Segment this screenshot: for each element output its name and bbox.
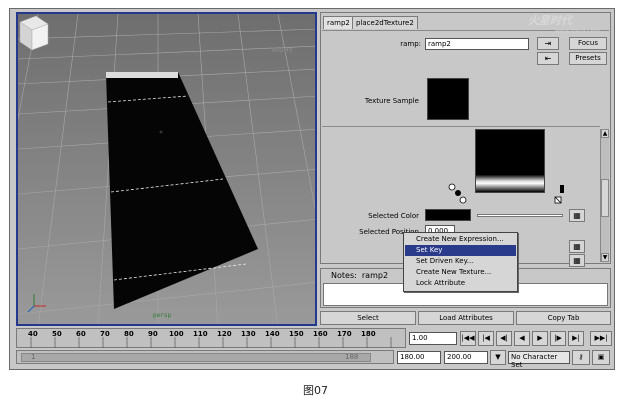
- menu-item-lock-attribute[interactable]: Lock Attribute: [405, 278, 516, 289]
- range-end-field[interactable]: 200.00: [444, 351, 488, 364]
- texture-sample-label: Texture Sample: [364, 97, 419, 105]
- texture-sample-swatch: [427, 78, 469, 120]
- menu-item-set-key[interactable]: Set Key: [405, 245, 516, 256]
- go-to-end-icon[interactable]: ▶▶|: [590, 331, 612, 346]
- play-forward-icon[interactable]: ▶: [532, 331, 548, 346]
- tick-label: 160: [313, 330, 328, 338]
- tab-ramp2[interactable]: ramp2: [323, 16, 354, 29]
- scrollbar-thumb[interactable]: [601, 179, 609, 217]
- tick-label: 70: [100, 330, 110, 338]
- attribute-scrollbar[interactable]: ▲ ▼: [600, 129, 609, 262]
- menu-item-set-driven-key[interactable]: Set Driven Key...: [405, 256, 516, 267]
- camera-label: persp: [153, 312, 172, 319]
- tab-place2dtexture2[interactable]: place2dTexture2: [352, 16, 418, 29]
- range-start-label: 1: [31, 353, 36, 361]
- tick-label: 90: [148, 330, 158, 338]
- scroll-down-icon[interactable]: ▼: [601, 253, 609, 262]
- preferences-icon[interactable]: ▣: [592, 350, 610, 365]
- menu-item-create-new-expression[interactable]: Create New Expression...: [405, 234, 516, 245]
- focus-arrow-icon[interactable]: ⇥: [537, 37, 559, 50]
- ramp-gradient[interactable]: [475, 129, 545, 193]
- u-wave-map-icon[interactable]: ▦: [569, 240, 585, 253]
- step-forward-key-icon[interactable]: ▶|: [568, 331, 584, 346]
- tick-label: 180: [361, 330, 376, 338]
- tick-label: 130: [241, 330, 256, 338]
- current-frame-field[interactable]: 1.00: [409, 332, 457, 345]
- time-slider[interactable]: 40 50 60 70 80 90 100 110 120 130 140 15…: [16, 328, 406, 348]
- v-wave-map-icon[interactable]: ▦: [569, 254, 585, 267]
- context-menu: Create New Expression... Set Key Set Dri…: [403, 232, 518, 292]
- tick-label: 50: [52, 330, 62, 338]
- presets-arrow-icon[interactable]: ⇤: [537, 52, 559, 65]
- tick-label: 150: [289, 330, 304, 338]
- tick-label: 110: [193, 330, 208, 338]
- watermark-url: www.hxsd.com: [555, 28, 601, 35]
- step-back-key-icon[interactable]: |◀: [478, 331, 494, 346]
- load-attributes-button[interactable]: Load Attributes: [418, 311, 514, 325]
- play-backward-icon[interactable]: ◀: [514, 331, 530, 346]
- range-dropdown-icon[interactable]: ▼: [490, 350, 506, 365]
- focus-button[interactable]: Focus: [569, 37, 607, 50]
- view-cube-label: RIGHT: [272, 47, 293, 54]
- copy-tab-button[interactable]: Copy Tab: [516, 311, 611, 325]
- tick-label: 60: [76, 330, 86, 338]
- notes-label: Notes: ramp2: [331, 271, 389, 280]
- figure-caption: 图07: [303, 384, 328, 397]
- tick-label: 170: [337, 330, 352, 338]
- range-start-field[interactable]: 180.00: [397, 351, 441, 364]
- range-bar[interactable]: [21, 353, 371, 362]
- selected-color-swatch[interactable]: [425, 209, 471, 221]
- attribute-editor: ramp2 place2dTexture2 ramp: ramp2 ⇥ Focu…: [320, 12, 611, 267]
- step-forward-frame-icon[interactable]: |▶: [550, 331, 566, 346]
- pivot-point: [159, 130, 163, 134]
- presets-button[interactable]: Presets: [569, 52, 607, 65]
- go-to-start-icon[interactable]: |◀◀: [460, 331, 476, 346]
- section-divider: [322, 126, 600, 127]
- tick-label: 140: [265, 330, 280, 338]
- selected-color-label: Selected Color: [368, 212, 419, 220]
- watermark-logo: 火星时代: [528, 14, 572, 27]
- scroll-up-icon[interactable]: ▲: [601, 129, 609, 138]
- ramp-name-label: ramp:: [400, 40, 421, 48]
- menu-item-create-new-texture[interactable]: Create New Texture...: [405, 267, 516, 278]
- ramp-handle-left-icon[interactable]: [447, 181, 469, 207]
- tick-label: 100: [169, 330, 184, 338]
- range-slider[interactable]: 1 188: [16, 350, 394, 364]
- perspective-viewport[interactable]: RIGHT persp: [16, 12, 317, 326]
- key-icon[interactable]: ⚷: [572, 350, 590, 365]
- selected-color-map-icon[interactable]: ▦: [569, 209, 585, 222]
- step-back-frame-icon[interactable]: ◀|: [496, 331, 512, 346]
- ramp-handle-right-icon[interactable]: [549, 183, 571, 209]
- tick-label: 80: [124, 330, 134, 338]
- tick-label: 120: [217, 330, 232, 338]
- selected-color-slider[interactable]: [477, 214, 563, 217]
- tick-label: 40: [28, 330, 38, 338]
- range-end-label: 188: [345, 353, 359, 361]
- viewport-scene: [18, 14, 315, 324]
- character-set-field[interactable]: No Character Set: [508, 351, 570, 369]
- view-cube-icon[interactable]: [18, 14, 50, 52]
- plane-top-edge: [106, 72, 178, 78]
- select-button[interactable]: Select: [320, 311, 416, 325]
- ramp-name-field[interactable]: ramp2: [425, 38, 529, 50]
